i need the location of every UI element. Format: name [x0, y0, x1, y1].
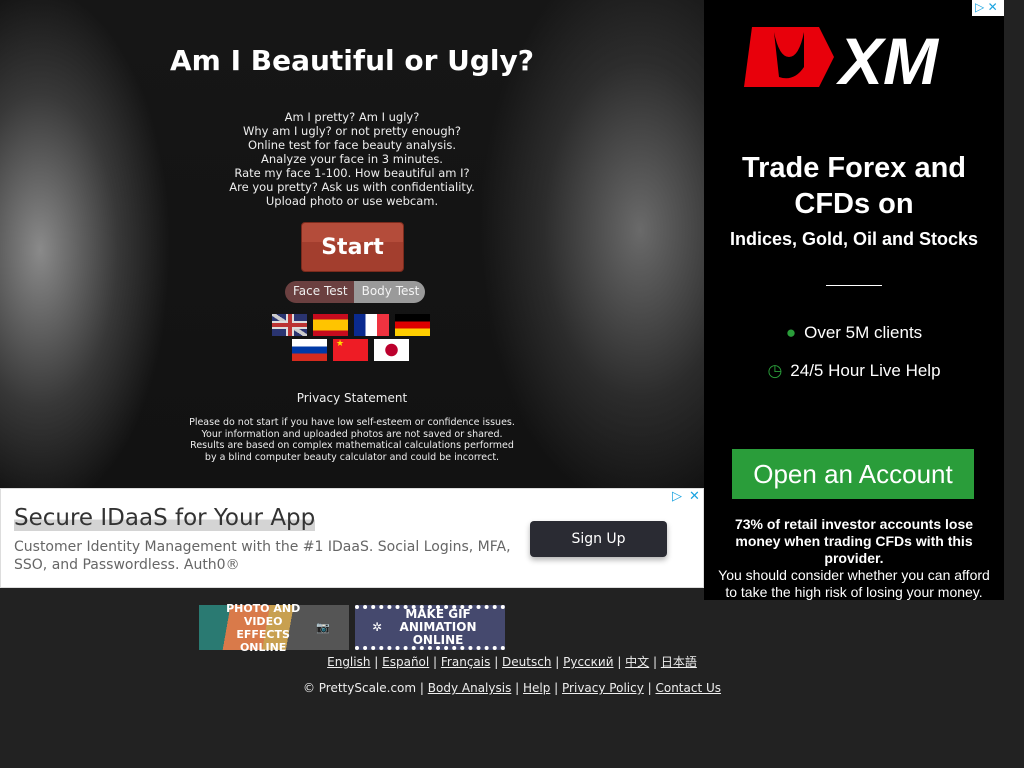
intro-line: Upload photo or use webcam. — [265, 194, 439, 208]
warning-text: Please do not start if you have low self… — [0, 417, 704, 463]
feature-clients: ● Over 5M clients — [704, 323, 1004, 343]
language-links: English | Español | Français | Deutsch |… — [327, 655, 697, 669]
user-icon: ● — [785, 323, 797, 342]
side-ad[interactable]: ▷ ✕ XM Trade Forex and CFDs on Indices, … — [704, 0, 1004, 600]
intro-text: Am I pretty? Am I ugly? Why am I ugly? o… — [0, 110, 704, 208]
feature-text: Over 5M clients — [804, 323, 923, 342]
intro-line: Online test for face beauty analysis. — [247, 138, 456, 152]
body-analysis-link[interactable]: Body Analysis — [428, 681, 512, 695]
copyright: © PrettyScale.com — [302, 681, 417, 695]
adchoices-close-icon[interactable]: ▷ ✕ — [972, 0, 1004, 16]
risk-warning: 73% of retail investor accounts lose mon… — [704, 516, 1004, 601]
privacy-policy-link[interactable]: Privacy Policy — [562, 681, 644, 695]
ad-side-headline: Trade Forex and CFDs on — [741, 152, 966, 220]
help-link[interactable]: Help — [523, 681, 550, 695]
svg-text:XM: XM — [835, 27, 940, 87]
page-title: Am I Beautiful or Ugly? — [169, 44, 535, 77]
uk-flag-icon[interactable] — [272, 314, 307, 336]
body-test-tab[interactable]: Body Test — [353, 281, 426, 303]
close-ad-icon[interactable]: ✕ — [689, 489, 700, 504]
intro-line: Rate my face 1-100. How beautiful am I? — [234, 166, 470, 180]
france-flag-icon[interactable] — [354, 314, 389, 336]
lang-japanese[interactable]: 日本語 — [661, 655, 697, 669]
risk-text: You should consider whether you can affo… — [718, 567, 990, 600]
start-button[interactable]: Start — [301, 222, 404, 272]
lang-russian[interactable]: Русский — [563, 655, 613, 669]
spain-flag-icon[interactable] — [313, 314, 348, 336]
feature-text: 24/5 Hour Live Help — [790, 361, 941, 380]
intro-line: Are you pretty? Ask us with confidential… — [229, 180, 475, 194]
xm-logo: XM — [744, 24, 966, 98]
clock-icon: ◷ — [767, 361, 783, 380]
lang-francais[interactable]: Français — [441, 655, 490, 669]
contact-us-link[interactable]: Contact Us — [655, 681, 721, 695]
hero-section: Am I Beautiful or Ugly? Am I pretty? Am … — [0, 0, 704, 488]
japan-flag-icon[interactable] — [374, 339, 409, 361]
china-flag-icon[interactable]: ★ — [333, 339, 368, 361]
lang-english[interactable]: English — [327, 655, 370, 669]
warning-line: Your information and uploaded photos are… — [201, 428, 503, 440]
face-test-tab[interactable]: Face Test — [285, 281, 354, 303]
test-type-toggle: Face Test Body Test — [285, 281, 426, 303]
sign-up-button[interactable]: Sign Up — [530, 521, 667, 557]
promo-text: MAKE GIF ANIMATION ONLINE — [399, 607, 477, 647]
ad-headline[interactable]: Secure IDaaS for Your App — [14, 505, 316, 531]
promo-text: PHOTO AND VIDEO EFFECTS ONLINE — [226, 601, 301, 654]
photo-video-effects-banner[interactable]: PHOTO AND VIDEO EFFECTS ONLINE 📷 — [199, 602, 349, 654]
germany-flag-icon[interactable] — [395, 314, 430, 336]
lang-espanol[interactable]: Español — [382, 655, 429, 669]
intro-line: Analyze your face in 3 minutes. — [261, 152, 443, 166]
ad-body: Customer Identity Management with the #1… — [14, 539, 511, 573]
feature-help: ◷ 24/5 Hour Live Help — [704, 361, 1004, 381]
banner-ad[interactable]: ▷ ✕ Secure IDaaS for Your App Customer I… — [0, 488, 704, 588]
russia-flag-icon[interactable] — [292, 339, 327, 361]
intro-line: Am I pretty? Am I ugly? — [284, 110, 420, 124]
ad-side-subhead: Indices, Gold, Oil and Stocks — [729, 229, 979, 249]
film-icon: ✲ — [371, 620, 383, 634]
warning-line: by a blind computer beauty calculator an… — [204, 451, 500, 463]
warning-line: Please do not start if you have low self… — [189, 417, 515, 428]
lang-deutsch[interactable]: Deutsch — [502, 655, 551, 669]
intro-line: Why am I ugly? or not pretty enough? — [242, 124, 462, 138]
camera-icon: 📷 — [316, 621, 330, 634]
open-account-button[interactable]: Open an Account — [732, 449, 974, 499]
risk-bold: 73% of retail investor accounts lose mon… — [734, 516, 974, 566]
make-gif-banner[interactable]: ✲ MAKE GIF ANIMATION ONLINE — [355, 605, 505, 650]
privacy-statement-link[interactable]: Privacy Statement — [0, 391, 704, 405]
divider — [826, 285, 882, 286]
footer: © PrettyScale.com | Body Analysis | Help… — [302, 681, 722, 695]
adchoices-icon[interactable]: ▷ — [672, 489, 682, 504]
lang-chinese[interactable]: 中文 — [625, 655, 649, 669]
warning-line: Results are based on complex mathematica… — [190, 440, 514, 451]
